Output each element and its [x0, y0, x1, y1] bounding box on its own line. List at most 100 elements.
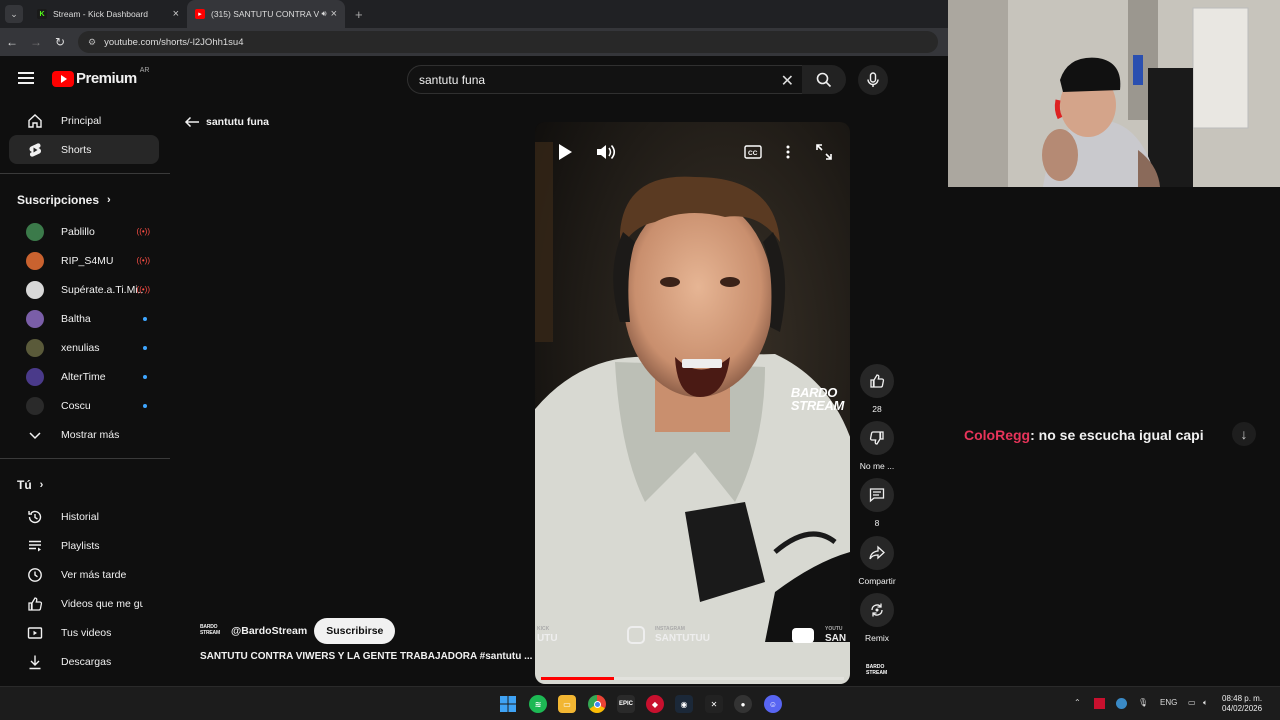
- comment-icon: [860, 478, 894, 512]
- youtube-favicon-icon: ▸: [195, 9, 205, 19]
- channel-avatar-line: STREAM: [200, 630, 220, 636]
- sidebar-item-principal[interactable]: Principal: [9, 106, 159, 135]
- channel-avatar[interactable]: BARDO STREAM: [200, 624, 224, 638]
- sidebar-item-label: Historial: [61, 510, 99, 523]
- your-videos-icon: [26, 624, 44, 642]
- play-icon[interactable]: [555, 142, 575, 162]
- tray-app-icon[interactable]: [1094, 698, 1105, 709]
- overlay-youtube: YOUTU SAN: [825, 624, 846, 644]
- sidebar-item-subscription[interactable]: Supérate.a.Ti.Mi... ((•)): [9, 275, 159, 304]
- youtube-overlay-icon: [792, 628, 814, 643]
- sidebar-item-subscription[interactable]: Pablillo ((•)): [9, 217, 159, 246]
- forward-arrow-icon[interactable]: →: [24, 35, 48, 49]
- discord-icon[interactable]: ☺: [764, 695, 782, 713]
- remix-button[interactable]: Remix: [857, 593, 897, 643]
- you-header[interactable]: Tú ›: [0, 468, 170, 502]
- youtube-header: Premium AR santutu funa ✕: [0, 58, 948, 100]
- video-progress-bar[interactable]: [541, 677, 844, 680]
- sidebar-item-descargas[interactable]: Descargas: [9, 647, 159, 676]
- tab-youtube-short[interactable]: ▸ (315) SANTUTU CONTRA V 🔊︎ ×: [187, 0, 345, 28]
- network-icon[interactable]: ▭: [1188, 698, 1196, 707]
- menu-icon[interactable]: [18, 72, 34, 84]
- tray-app-icon[interactable]: [1116, 698, 1127, 709]
- sidebar-item-historial[interactable]: Historial: [9, 502, 159, 531]
- sidebar-item-ver-mas-tarde[interactable]: Ver más tarde: [9, 560, 159, 589]
- sidebar-item-subscription[interactable]: Baltha: [9, 304, 159, 333]
- share-icon: [860, 536, 894, 570]
- epic-games-icon[interactable]: EPIC: [617, 695, 635, 713]
- new-content-dot: [143, 374, 147, 379]
- capcut-icon[interactable]: ✕: [705, 695, 723, 713]
- back-arrow-icon[interactable]: ←: [0, 35, 24, 49]
- spotify-icon[interactable]: ≋: [529, 695, 547, 713]
- webcam-overlay: [948, 0, 1280, 187]
- language-indicator[interactable]: ENG: [1160, 698, 1177, 707]
- shorts-video-player[interactable]: CC BARDO STREAM KICK UTU INSTAGRAM SANTU…: [535, 122, 850, 684]
- sidebar-item-liked-videos[interactable]: Videos que me gus...: [9, 589, 159, 618]
- back-to-search-button[interactable]: santutu funa: [184, 116, 269, 128]
- instagram-icon: [627, 626, 645, 644]
- channel-logo-small[interactable]: BARDO STREAM: [866, 664, 888, 678]
- sidebar-item-tus-videos[interactable]: Tus videos: [9, 618, 159, 647]
- scroll-down-icon[interactable]: ↓: [1232, 422, 1256, 446]
- short-title[interactable]: SANTUTU CONTRA VIWERS Y LA GENTE TRABAJA…: [200, 651, 532, 662]
- close-tab-icon[interactable]: ×: [331, 8, 337, 20]
- tray-overflow-icon[interactable]: ⌃: [1074, 698, 1081, 707]
- obs-icon[interactable]: ●: [734, 695, 752, 713]
- dislike-button[interactable]: No me ...: [857, 421, 897, 471]
- reload-icon[interactable]: ↻: [48, 35, 72, 49]
- sidebar-item-playlists[interactable]: Playlists: [9, 531, 159, 560]
- live-indicator-icon: ((•)): [136, 256, 150, 265]
- channel-name[interactable]: @BardoStream: [231, 625, 307, 637]
- divider: [0, 173, 170, 174]
- channel-logo-line: STREAM: [866, 670, 888, 676]
- speaker-icon[interactable]: 🔈︎: [1203, 698, 1208, 708]
- steam-icon[interactable]: ◉: [675, 695, 693, 713]
- site-info-icon[interactable]: ⚙︎: [88, 37, 96, 48]
- close-tab-icon[interactable]: ×: [173, 8, 179, 20]
- youtube-logo[interactable]: Premium AR: [52, 67, 149, 87]
- url-field[interactable]: ⚙︎ youtube.com/shorts/-l2JOhh1su4: [78, 31, 938, 53]
- sidebar-item-label: xenulias: [61, 341, 100, 354]
- show-more-button[interactable]: Mostrar más: [9, 420, 159, 449]
- history-icon: [26, 508, 44, 526]
- volume-icon[interactable]: [596, 142, 616, 162]
- kick-favicon-icon: K: [37, 9, 47, 19]
- chat-message: ColoRegg: no se escucha igual capi: [964, 427, 1204, 443]
- remix-icon: [860, 593, 894, 627]
- like-button[interactable]: 28: [857, 364, 897, 414]
- sidebar-item-subscription[interactable]: AlterTime: [9, 362, 159, 391]
- comment-count: 8: [874, 518, 880, 528]
- more-options-icon[interactable]: [778, 142, 798, 162]
- share-button[interactable]: Compartir: [857, 536, 897, 586]
- chrome-icon[interactable]: [588, 695, 606, 713]
- microphone-icon: [867, 72, 879, 87]
- new-tab-button[interactable]: +: [355, 7, 363, 22]
- captions-icon[interactable]: CC: [743, 142, 763, 162]
- show-more-label: Mostrar más: [61, 428, 120, 441]
- file-explorer-icon[interactable]: ▭: [558, 695, 576, 713]
- divider: [0, 458, 170, 459]
- microphone-tray-icon[interactable]: 🎙︎: [1138, 698, 1148, 707]
- sidebar-item-subscription[interactable]: xenulias: [9, 333, 159, 362]
- bardo-stream-watermark: BARDO STREAM: [791, 386, 844, 412]
- sidebar-item-shorts[interactable]: Shorts: [9, 135, 159, 164]
- speaker-icon[interactable]: 🔊︎: [322, 9, 327, 19]
- sidebar: Principal Shorts Suscripciones › Pablill…: [0, 106, 170, 686]
- search-button[interactable]: [802, 65, 846, 94]
- comments-button[interactable]: 8: [857, 478, 897, 528]
- app-red-icon[interactable]: ◆: [646, 695, 664, 713]
- search-input[interactable]: santutu funa ✕: [407, 65, 803, 94]
- system-clock[interactable]: 08:48 p. m. 04/02/2026: [1222, 694, 1262, 714]
- sidebar-item-subscription[interactable]: RIP_S4MU ((•)): [9, 246, 159, 275]
- sidebar-item-subscription[interactable]: Coscu: [9, 391, 159, 420]
- subscriptions-header[interactable]: Suscripciones ›: [0, 183, 170, 217]
- voice-search-button[interactable]: [858, 65, 888, 95]
- fullscreen-icon[interactable]: [814, 142, 834, 162]
- tab-search-button[interactable]: ⌄: [5, 5, 23, 23]
- watch-later-icon: [26, 566, 44, 584]
- tab-kick-dashboard[interactable]: K Stream - Kick Dashboard ×: [29, 0, 187, 28]
- subscribe-button[interactable]: Suscribirse: [314, 618, 396, 644]
- clear-search-icon[interactable]: ✕: [781, 71, 794, 91]
- start-menu-icon[interactable]: [499, 695, 517, 713]
